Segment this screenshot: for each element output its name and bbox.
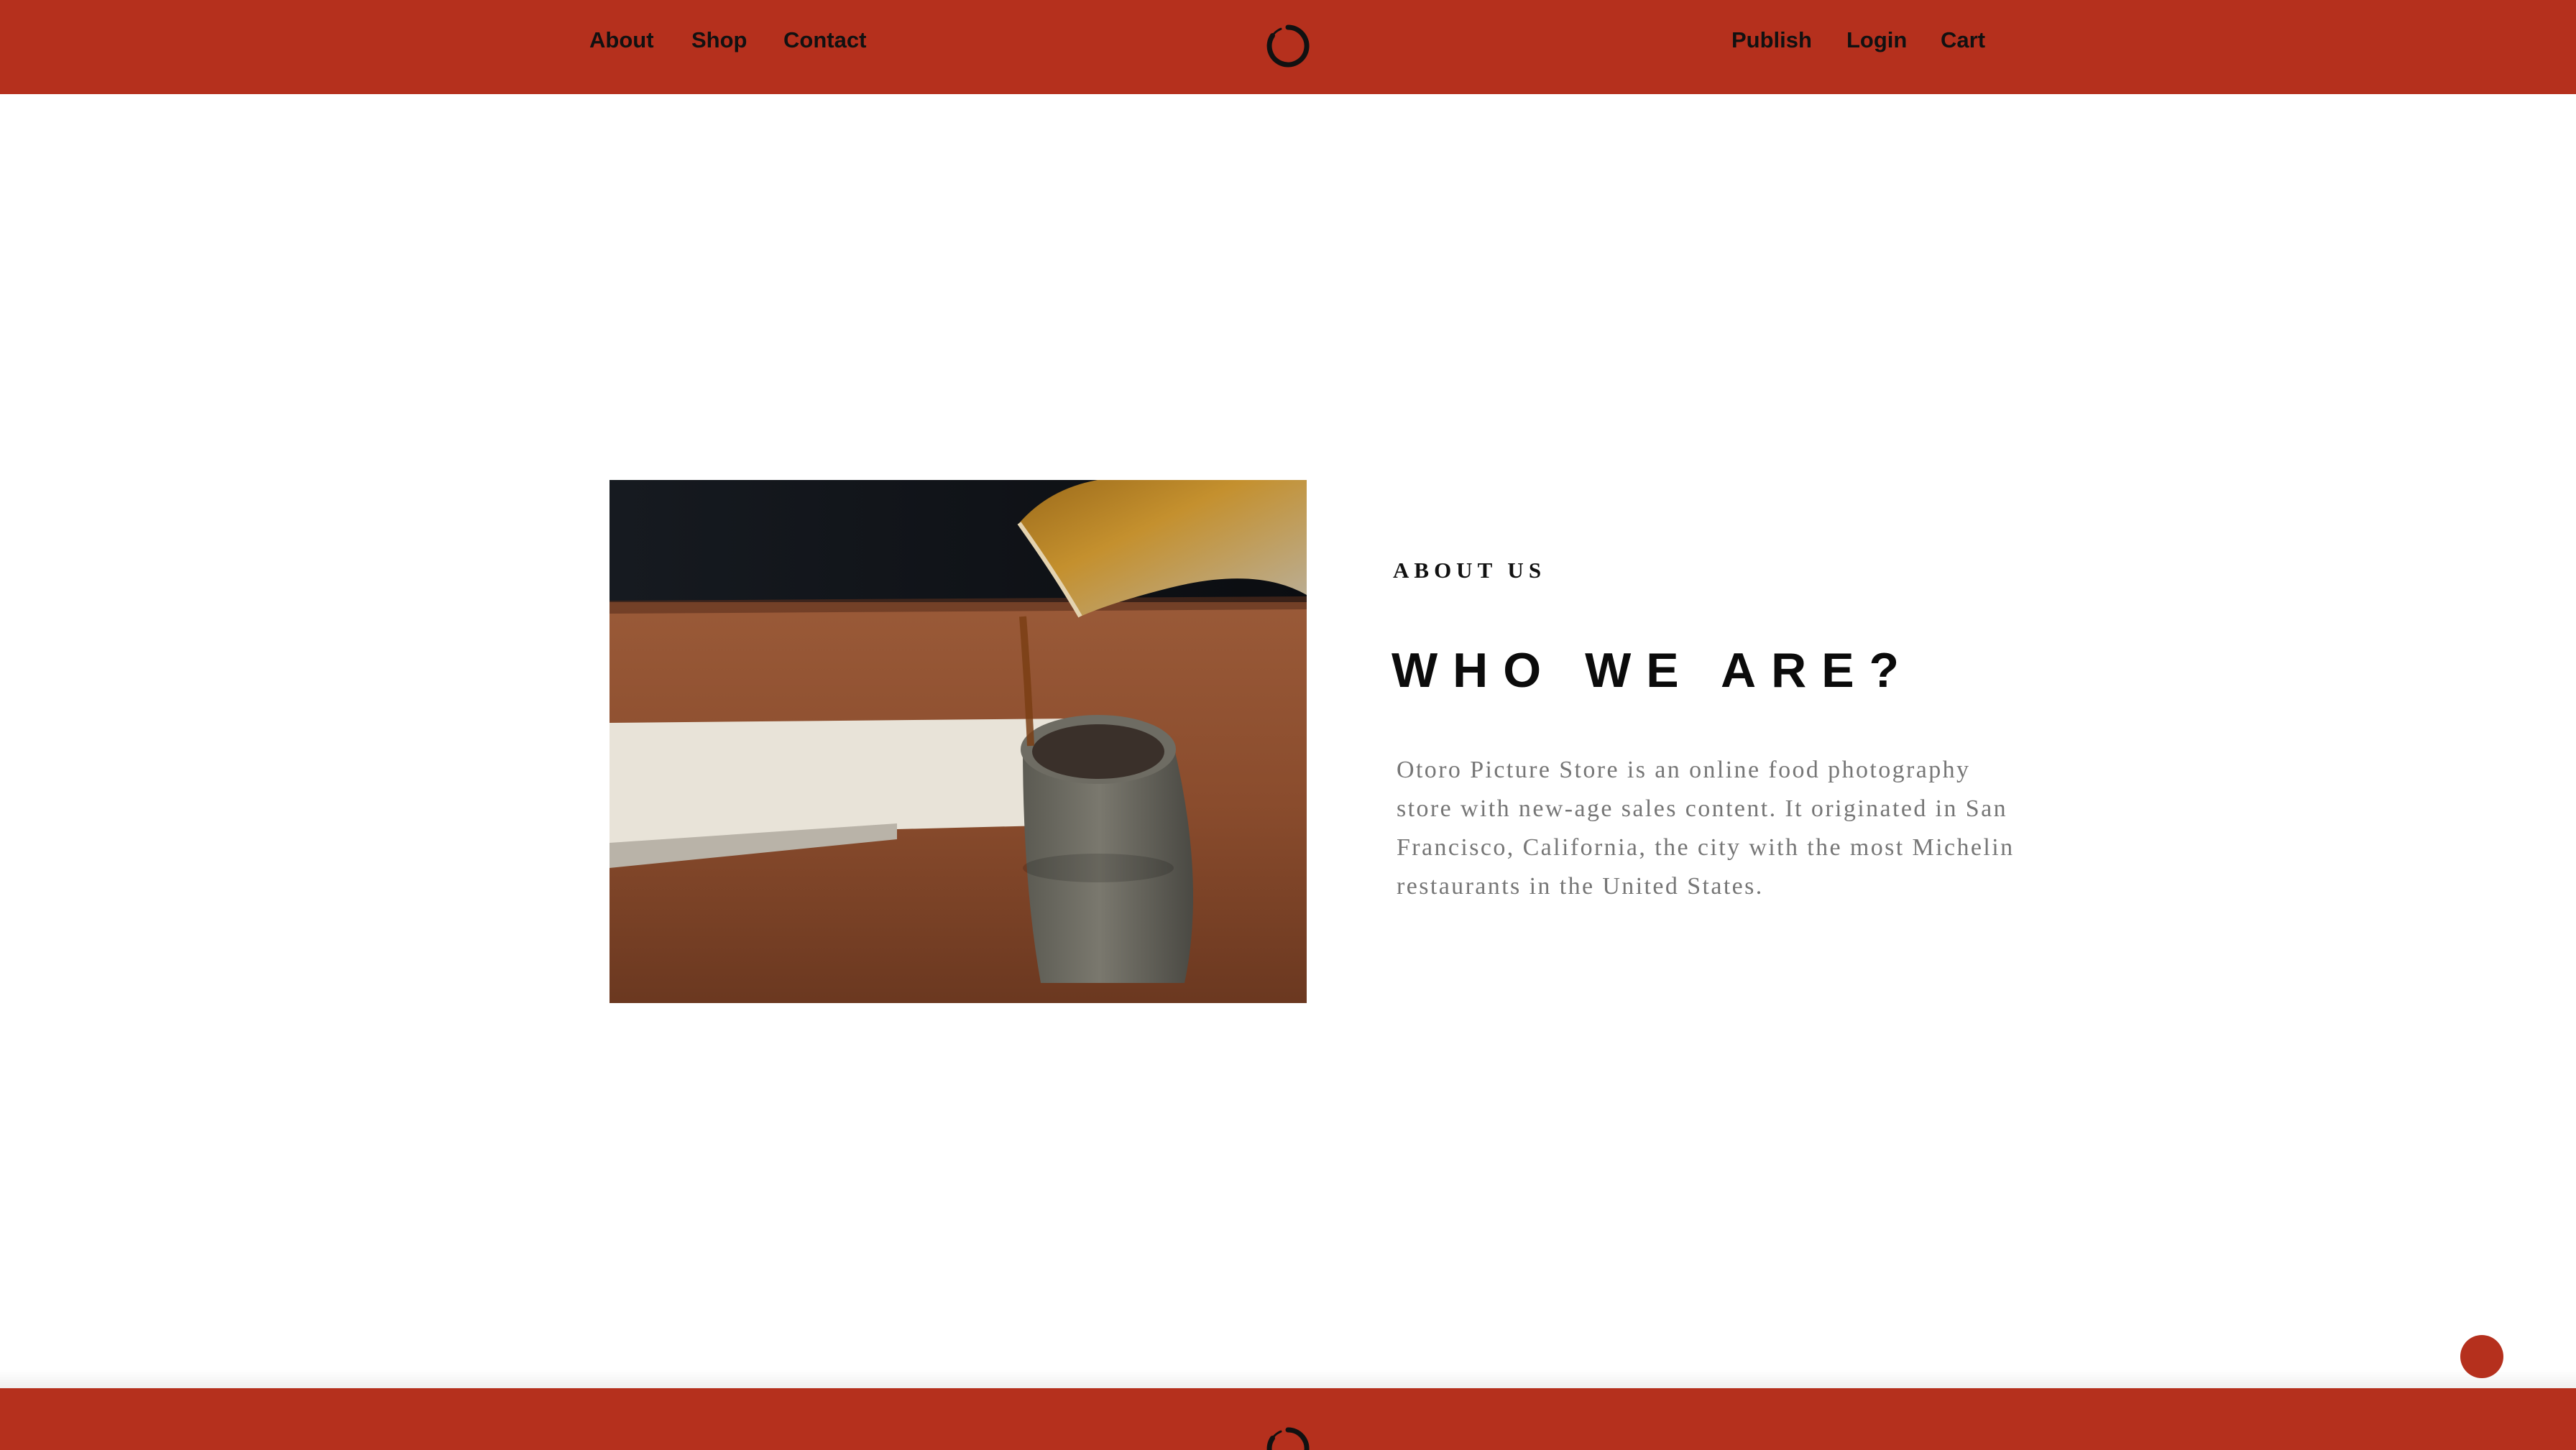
nav-link-login[interactable]: Login bbox=[1846, 24, 1907, 56]
logo-icon[interactable] bbox=[1265, 23, 1311, 69]
top-navigation-bar: About Shop Contact Publish Login Cart bbox=[0, 0, 2576, 94]
nav-link-cart[interactable]: Cart bbox=[1941, 24, 1985, 56]
footer-logo-icon[interactable] bbox=[1265, 1426, 1311, 1450]
nav-link-about[interactable]: About bbox=[589, 24, 654, 56]
nav-link-publish[interactable]: Publish bbox=[1731, 24, 1812, 56]
footer-divider-shadow bbox=[0, 1370, 2576, 1388]
section-heading: WHO WE ARE? bbox=[1392, 643, 1915, 698]
section-eyebrow: ABOUT US bbox=[1393, 558, 1547, 583]
tea-pouring-photo bbox=[610, 480, 1307, 1003]
floating-action-button[interactable] bbox=[2460, 1335, 2503, 1378]
about-description: Otoro Picture Store is an online food ph… bbox=[1397, 757, 2015, 900]
footer-bar bbox=[0, 1388, 2576, 1450]
nav-link-shop[interactable]: Shop bbox=[691, 24, 748, 56]
nav-link-contact[interactable]: Contact bbox=[783, 24, 866, 56]
